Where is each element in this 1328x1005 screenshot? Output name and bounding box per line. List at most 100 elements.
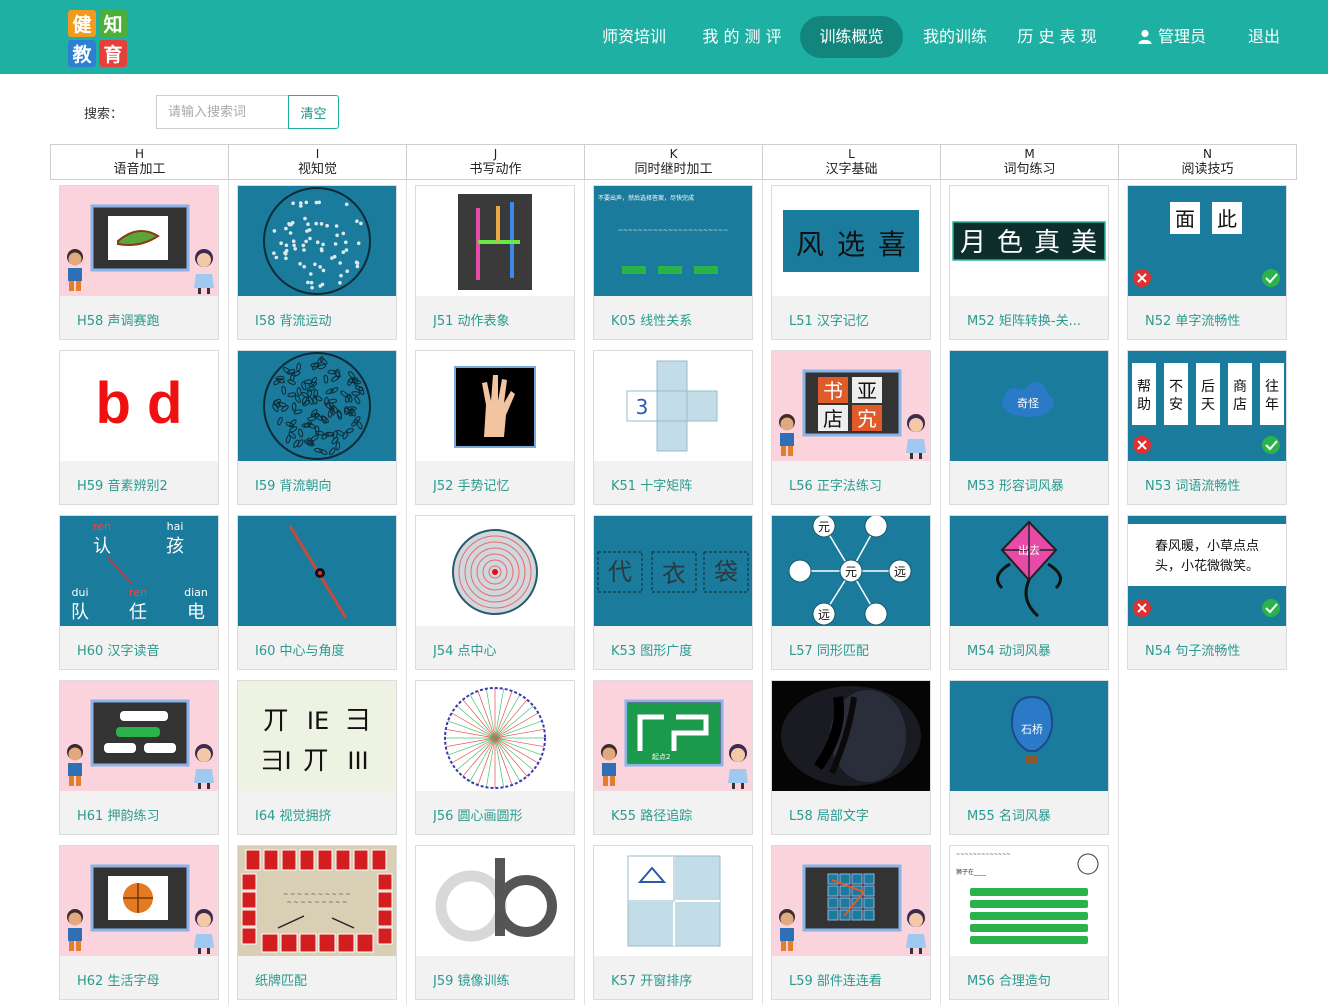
clear-button[interactable]: 清空 (288, 95, 339, 129)
training-thumbnail[interactable]: 帮助 不安 后天 商店 往年 (1128, 351, 1286, 461)
training-card-label[interactable]: L59 部件连连看 (789, 970, 924, 989)
training-card-label[interactable]: M53 形容词风暴 (967, 475, 1102, 494)
training-thumbnail[interactable] (416, 846, 574, 956)
nav-training-overview[interactable]: 训练概览 (800, 16, 903, 58)
nav-history[interactable]: 历 史 表 现 (1012, 16, 1102, 58)
training-card-label[interactable]: H60 汉字读音 (77, 640, 212, 659)
training-card-label[interactable]: 纸牌匹配 (255, 970, 390, 989)
training-thumbnail[interactable] (416, 186, 574, 296)
training-thumbnail[interactable]: b d (60, 351, 218, 461)
training-card-label[interactable]: L58 局部文字 (789, 805, 924, 824)
training-card[interactable]: 书亚店宄 L56 正字法练习 (771, 350, 931, 505)
training-card[interactable]: H58 声调赛跑 (59, 185, 219, 340)
training-card[interactable]: I59 背流朝向 (237, 350, 397, 505)
training-thumbnail[interactable] (60, 846, 218, 956)
training-card-label[interactable]: J59 镜像训练 (433, 970, 568, 989)
training-card[interactable]: J59 镜像训练 (415, 845, 575, 1000)
nav-my-training[interactable]: 我的训练 (912, 16, 998, 58)
training-card-label[interactable]: J54 点中心 (433, 640, 568, 659)
nav-logout[interactable]: 退出 (1235, 16, 1293, 58)
training-card-label[interactable]: K05 线性关系 (611, 310, 746, 329)
training-card-label[interactable]: M55 名词风暴 (967, 805, 1102, 824)
training-card-label[interactable]: H59 音素辨别2 (77, 475, 212, 494)
training-thumbnail[interactable] (238, 186, 396, 296)
training-thumbnail[interactable] (416, 681, 574, 791)
training-thumbnail[interactable]: 书亚店宄 (772, 351, 930, 461)
training-card[interactable]: 出去 M54 动词风暴 (949, 515, 1109, 670)
training-thumbnail[interactable] (772, 681, 930, 791)
training-card[interactable]: 风选喜 L51 汉字记忆 (771, 185, 931, 340)
training-thumbnail[interactable]: 不要出声，然后选择答案，尽快完成 ~~~~~~~~~~~~~~~~~~~~~~ (594, 186, 752, 296)
training-card-label[interactable]: I60 中心与角度 (255, 640, 390, 659)
training-thumbnail[interactable]: 3 (594, 351, 752, 461)
training-card[interactable]: ~~~~~~~~~~~~~ 狮子在____ M56 合理造句 (949, 845, 1109, 1000)
training-card[interactable]: 月色真美 M52 矩阵转换-关... (949, 185, 1109, 340)
training-thumbnail[interactable] (772, 846, 930, 956)
training-card[interactable]: K57 开窗排序 (593, 845, 753, 1000)
training-thumbnail[interactable]: 月色真美 (950, 186, 1108, 296)
training-thumbnail[interactable]: ~ ~ ~ ~ ~ ~ ~ ~ ~ ~ ~ ~ ~ ~ ~ ~ ~ ~ ~ (238, 846, 396, 956)
training-thumbnail[interactable]: 春风暖，小草点点 头，小花微微笑。 (1128, 516, 1286, 626)
training-thumbnail[interactable]: 起点2 (594, 681, 752, 791)
training-thumbnail[interactable]: 出去 (950, 516, 1108, 626)
training-card-label[interactable]: N53 词语流畅性 (1145, 475, 1280, 494)
training-card-label[interactable]: K53 图形广度 (611, 640, 746, 659)
training-card-label[interactable]: M52 矩阵转换-关... (967, 310, 1102, 329)
training-card[interactable]: b d H59 音素辨别2 (59, 350, 219, 505)
training-thumbnail[interactable] (60, 186, 218, 296)
training-card-label[interactable]: H62 生活字母 (77, 970, 212, 989)
training-card[interactable]: 石桥 M55 名词风暴 (949, 680, 1109, 835)
training-card[interactable]: 不要出声，然后选择答案，尽快完成 ~~~~~~~~~~~~~~~~~~~~~~ K0… (593, 185, 753, 340)
training-thumbnail[interactable] (416, 351, 574, 461)
training-card[interactable]: 奇怪 M53 形容词风暴 (949, 350, 1109, 505)
training-thumbnail[interactable] (238, 516, 396, 626)
nav-my-assessment[interactable]: 我 的 测 评 (695, 16, 789, 58)
training-card-label[interactable]: J56 圆心画圆形 (433, 805, 568, 824)
training-card[interactable]: L58 局部文字 (771, 680, 931, 835)
training-card[interactable]: I58 背流运动 (237, 185, 397, 340)
training-card[interactable]: J56 圆心画圆形 (415, 680, 575, 835)
training-card-label[interactable]: N52 单字流畅性 (1145, 310, 1280, 329)
training-thumbnail[interactable]: ren hai 认 孩 dui ren dian 队 任 电 (60, 516, 218, 626)
training-card-label[interactable]: M54 动词风暴 (967, 640, 1102, 659)
training-card-label[interactable]: I59 背流朝向 (255, 475, 390, 494)
training-card[interactable]: I60 中心与角度 (237, 515, 397, 670)
training-card-label[interactable]: H61 押韵练习 (77, 805, 212, 824)
training-card[interactable]: 3 K51 十字矩阵 (593, 350, 753, 505)
training-thumbnail[interactable]: 代 衣袋 (594, 516, 752, 626)
training-card[interactable]: H61 押韵练习 (59, 680, 219, 835)
training-card-label[interactable]: L57 同形匹配 (789, 640, 924, 659)
brand-logo[interactable]: 健 知 教 育 (68, 10, 128, 68)
training-card-label[interactable]: I64 视觉拥挤 (255, 805, 390, 824)
training-card-label[interactable]: M56 合理造句 (967, 970, 1102, 989)
training-card-label[interactable]: K51 十字矩阵 (611, 475, 746, 494)
training-thumbnail[interactable]: 奇怪 (950, 351, 1108, 461)
training-thumbnail[interactable]: 面此 (1128, 186, 1286, 296)
training-card[interactable]: 起点2 K55 路径追踪 (593, 680, 753, 835)
training-card[interactable]: 帮助 不安 后天 商店 往年 N53 词语流畅性 (1127, 350, 1287, 505)
training-card-label[interactable]: J51 动作表象 (433, 310, 568, 329)
training-thumbnail[interactable]: 石桥 (950, 681, 1108, 791)
training-card-label[interactable]: J52 手势记忆 (433, 475, 568, 494)
training-card-label[interactable]: H58 声调赛跑 (77, 310, 212, 329)
training-card-label[interactable]: I58 背流运动 (255, 310, 390, 329)
search-input[interactable] (156, 95, 289, 129)
nav-admin-user[interactable]: 管理员 (1124, 16, 1220, 58)
training-card[interactable]: 丌 IE 彐彐I 丌 III I64 视觉拥挤 (237, 680, 397, 835)
training-thumbnail[interactable] (594, 846, 752, 956)
training-card[interactable]: J51 动作表象 (415, 185, 575, 340)
training-thumbnail[interactable] (416, 516, 574, 626)
training-card[interactable]: J54 点中心 (415, 515, 575, 670)
training-card-label[interactable]: L51 汉字记忆 (789, 310, 924, 329)
training-card[interactable]: ren hai 认 孩 dui ren dian 队 任 电 H60 汉字读音 (59, 515, 219, 670)
training-card[interactable]: J52 手势记忆 (415, 350, 575, 505)
training-thumbnail[interactable] (60, 681, 218, 791)
training-thumbnail[interactable]: 元元远远 (772, 516, 930, 626)
training-thumbnail[interactable] (238, 351, 396, 461)
training-card-label[interactable]: K55 路径追踪 (611, 805, 746, 824)
training-card-label[interactable]: L56 正字法练习 (789, 475, 924, 494)
training-card[interactable]: 春风暖，小草点点 头，小花微微笑。 N54 句子流畅性 (1127, 515, 1287, 670)
training-card[interactable]: H62 生活字母 (59, 845, 219, 1000)
training-card[interactable]: 元元远远 L57 同形匹配 (771, 515, 931, 670)
training-card[interactable]: 代 衣袋 K53 图形广度 (593, 515, 753, 670)
